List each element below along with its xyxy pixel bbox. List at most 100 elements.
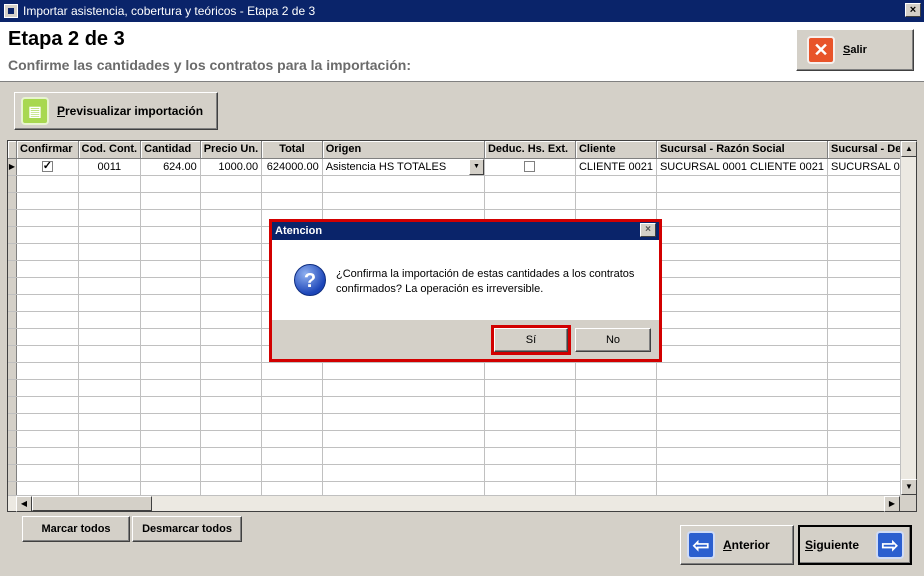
cod-cont-cell[interactable]: 0011 — [78, 158, 142, 176]
dialog-message: ¿Confirma la importación de estas cantid… — [336, 268, 635, 295]
previous-button[interactable]: ⇦ Anterior — [680, 525, 794, 565]
col-header-cantidad[interactable]: Cantidad — [140, 141, 201, 159]
empty-cell — [575, 430, 657, 448]
empty-cell — [484, 362, 576, 380]
empty-cell — [261, 447, 323, 465]
empty-cell — [8, 345, 17, 363]
sucursal-razon-social-cell[interactable]: SUCURSAL 0001 CLIENTE 0021 — [656, 158, 829, 176]
select-all-button[interactable]: Marcar todos — [22, 516, 130, 542]
precio-un-cell[interactable]: 1000.00 — [200, 158, 263, 176]
cantidad-cell[interactable]: 624.00 — [140, 158, 201, 176]
empty-table-row — [8, 464, 916, 482]
empty-cell — [261, 362, 323, 380]
empty-cell — [8, 294, 17, 312]
scroll-up-icon[interactable]: ▲ — [901, 141, 917, 157]
empty-cell — [656, 430, 829, 448]
empty-cell — [78, 277, 142, 295]
col-header-total[interactable]: Total — [261, 141, 323, 159]
chevron-down-icon[interactable]: ▼ — [468, 158, 484, 174]
horizontal-scroll-thumb[interactable] — [32, 496, 152, 511]
empty-cell — [200, 447, 263, 465]
empty-cell — [200, 311, 263, 329]
scroll-down-icon[interactable]: ▼ — [901, 479, 917, 495]
exit-button[interactable]: ✕ Salir — [796, 29, 914, 71]
empty-cell — [140, 464, 201, 482]
empty-cell — [78, 294, 142, 312]
empty-table-row — [8, 362, 916, 380]
dialog-close-button[interactable]: × — [640, 223, 656, 237]
empty-cell — [261, 192, 323, 210]
cliente-cell[interactable]: CLIENTE 0021 — [575, 158, 657, 176]
empty-cell — [140, 379, 201, 397]
empty-cell — [78, 447, 142, 465]
empty-cell — [140, 396, 201, 414]
empty-cell — [8, 328, 17, 346]
empty-cell — [575, 464, 657, 482]
empty-cell — [656, 345, 829, 363]
empty-cell — [261, 413, 323, 431]
dialog-body: ? ¿Confirma la importación de estas cant… — [272, 240, 659, 320]
scroll-right-icon[interactable]: ▶ — [884, 496, 900, 512]
deduc-hs-ext-checkbox[interactable] — [524, 161, 536, 173]
empty-cell — [575, 175, 657, 193]
scrollbar-corner — [900, 495, 916, 511]
empty-cell — [322, 362, 485, 380]
app-icon — [4, 4, 18, 18]
scroll-left-icon[interactable]: ◀ — [16, 496, 32, 512]
empty-cell — [78, 311, 142, 329]
col-header-confirmar[interactable]: Confirmar — [16, 141, 79, 159]
empty-cell — [16, 192, 79, 210]
empty-cell — [200, 294, 263, 312]
col-header-origen[interactable]: Origen — [322, 141, 485, 159]
col-header-sucursal-razon-social[interactable]: Sucursal - Razón Social — [656, 141, 829, 159]
col-header-cod-cont[interactable]: Cod. Cont. — [78, 141, 142, 159]
vertical-scrollbar[interactable]: ▲ ▼ — [900, 141, 917, 495]
preview-import-button[interactable]: ▤ Previsualizar importación — [14, 92, 218, 130]
empty-cell — [200, 226, 263, 244]
empty-cell — [200, 277, 263, 295]
empty-cell — [200, 345, 263, 363]
deselect-all-button[interactable]: Desmarcar todos — [132, 516, 242, 542]
next-button[interactable]: Siguiente ⇨ — [798, 525, 912, 565]
col-header-cliente[interactable]: Cliente — [575, 141, 657, 159]
origen-dropdown[interactable]: Asistencia HS TOTALES ▼ — [322, 158, 485, 176]
empty-cell — [16, 328, 79, 346]
confirmar-checkbox[interactable] — [41, 159, 53, 173]
empty-cell — [78, 226, 142, 244]
empty-cell — [78, 413, 142, 431]
empty-cell — [8, 464, 17, 482]
table-row[interactable]: ▶ 0011 624.00 1000.00 624000.00 Asistenc… — [8, 158, 916, 176]
empty-cell — [16, 260, 79, 278]
empty-cell — [484, 447, 576, 465]
col-header-precio-un[interactable]: Precio Un. — [200, 141, 263, 159]
empty-cell — [8, 413, 17, 431]
empty-cell — [78, 379, 142, 397]
previous-label: Anterior — [723, 538, 770, 552]
empty-cell — [656, 260, 829, 278]
horizontal-scrollbar[interactable]: ◀ ▶ — [8, 495, 900, 512]
yes-button[interactable]: Sí — [491, 325, 571, 355]
empty-cell — [484, 413, 576, 431]
empty-cell — [16, 345, 79, 363]
empty-cell — [8, 192, 17, 210]
deduc-hs-ext-cell[interactable] — [484, 158, 576, 176]
empty-cell — [78, 209, 142, 227]
confirmar-checkbox-cell[interactable] — [16, 158, 79, 176]
empty-cell — [484, 379, 576, 397]
window-close-button[interactable]: × — [905, 3, 921, 17]
origen-value: Asistencia HS TOTALES — [325, 160, 447, 173]
empty-cell — [200, 328, 263, 346]
confirmation-dialog: Atencion × ? ¿Confirma la importación de… — [269, 219, 662, 362]
question-icon: ? — [294, 264, 326, 296]
empty-cell — [16, 362, 79, 380]
empty-cell — [261, 464, 323, 482]
no-button[interactable]: No — [575, 328, 651, 352]
empty-cell — [8, 226, 17, 244]
exit-label: Salir — [843, 44, 867, 56]
empty-cell — [140, 362, 201, 380]
empty-cell — [575, 379, 657, 397]
empty-cell — [8, 430, 17, 448]
empty-cell — [575, 396, 657, 414]
col-header-deduc-hs-ext[interactable]: Deduc. Hs. Ext. — [484, 141, 576, 159]
empty-cell — [78, 260, 142, 278]
